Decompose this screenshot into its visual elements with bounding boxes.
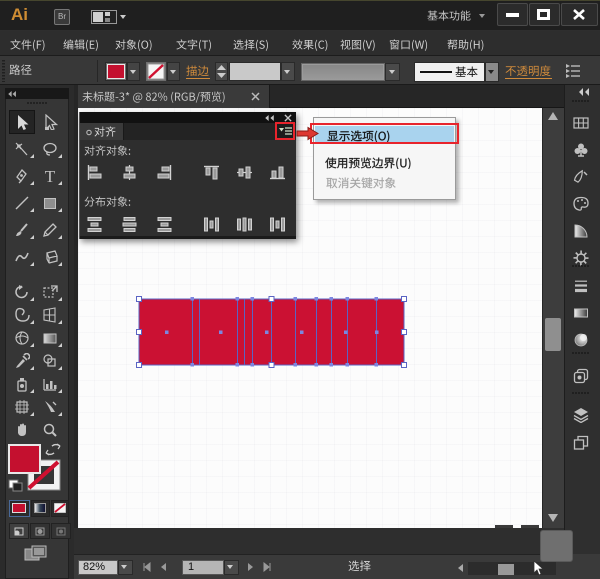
- svg-text:T: T: [45, 168, 56, 184]
